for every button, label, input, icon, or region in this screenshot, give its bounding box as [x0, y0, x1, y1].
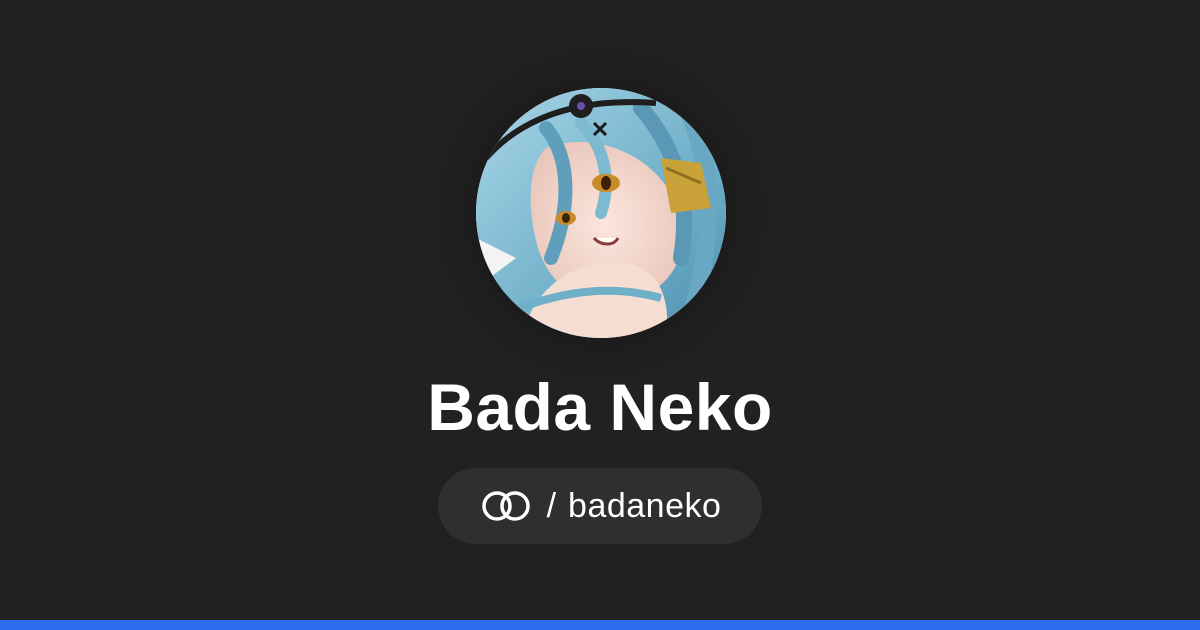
profile-name: Bada Neko [427, 370, 773, 444]
avatar-illustration-icon [476, 88, 726, 338]
linked-rings-icon [479, 488, 535, 524]
profile-card: Bada Neko / badaneko [0, 0, 1200, 630]
accent-bar [0, 620, 1200, 630]
avatar[interactable] [476, 88, 726, 338]
handle-separator: / [546, 487, 557, 525]
handle-link[interactable]: / badaneko [438, 468, 762, 544]
handle-text: badaneko [568, 487, 722, 525]
